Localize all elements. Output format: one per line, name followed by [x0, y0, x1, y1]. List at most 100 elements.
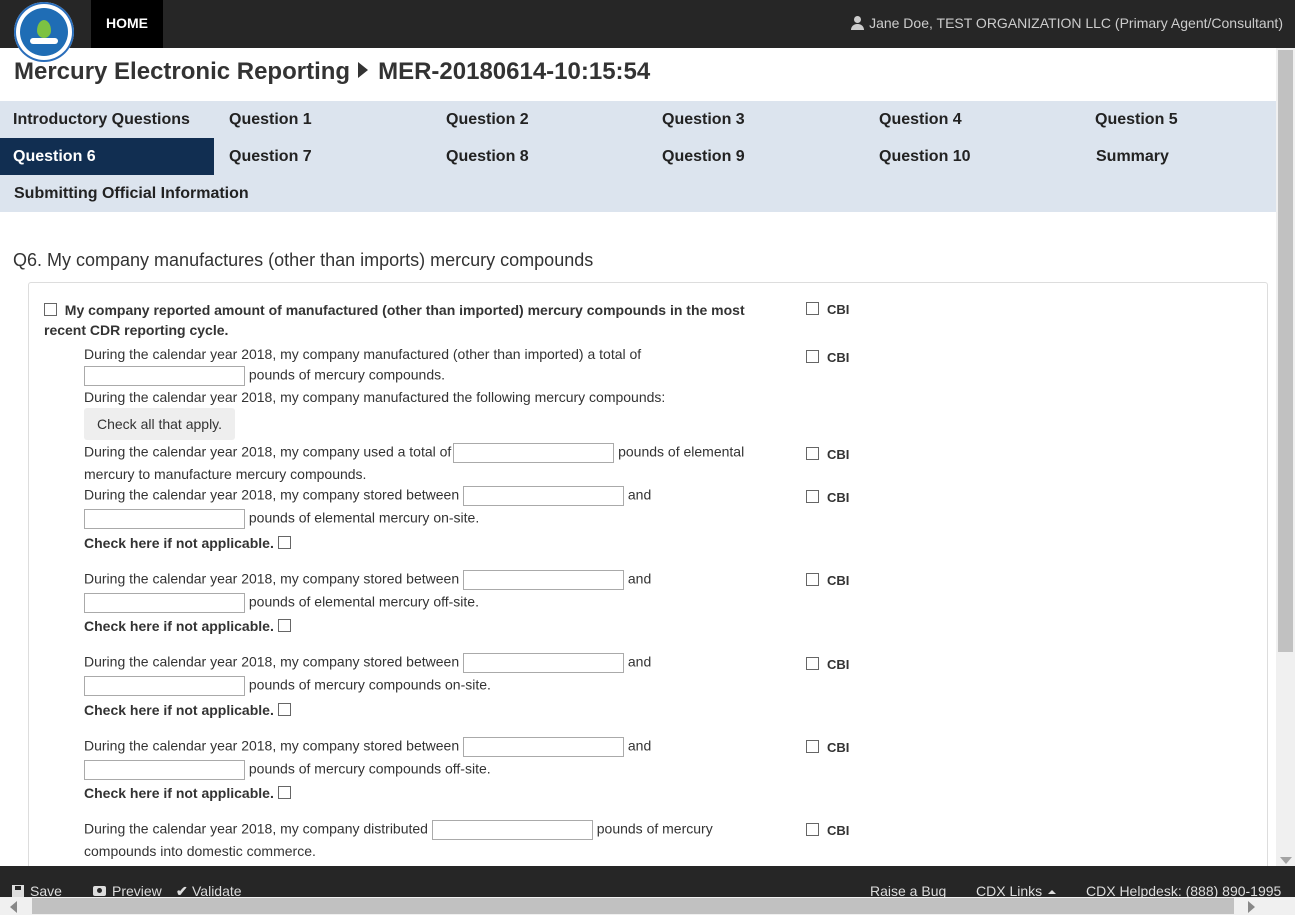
cbi-distributed-checkbox[interactable]: [806, 823, 819, 836]
cbi-compounds-onsite-checkbox[interactable]: [806, 657, 819, 670]
stored-elemental-offsite-min-input[interactable]: [463, 570, 624, 590]
cbi-compounds-offsite: CBI: [806, 740, 849, 755]
nav-question-9[interactable]: Question 9: [649, 138, 863, 175]
cbi-label: CBI: [827, 573, 850, 588]
user-info[interactable]: Jane Doe, TEST ORGANIZATION LLC (Primary…: [851, 0, 1283, 48]
save-icon: [12, 885, 24, 897]
cbi-manufactured-checkbox[interactable]: [806, 350, 819, 363]
scroll-right-arrow-icon[interactable]: [1248, 901, 1255, 913]
used-total-input[interactable]: [453, 443, 615, 463]
stored-compounds-onsite-suffix: pounds of mercury compounds on-site.: [248, 676, 491, 693]
stored-compounds-offsite-max-input[interactable]: [84, 760, 245, 780]
cbi-elemental-onsite: CBI: [806, 490, 849, 505]
stored-compounds-offsite-line2: pounds of mercury compounds off-site.: [84, 760, 491, 780]
nav-question-4[interactable]: Question 4: [866, 101, 1080, 138]
used-prefix: During the calendar year 2018, my compan…: [84, 443, 452, 460]
stored-compounds-onsite-line1: During the calendar year 2018, my compan…: [84, 653, 651, 673]
na-label: Check here if not applicable.: [84, 535, 274, 551]
manufactured-total-input[interactable]: [84, 366, 245, 386]
na-compounds-offsite: Check here if not applicable.: [84, 785, 291, 801]
manufactured-compounds-text: During the calendar year 2018, my compan…: [84, 389, 666, 405]
stored-elemental-onsite-suffix: pounds of elemental mercury on-site.: [248, 509, 480, 526]
cbi-elemental-offsite-checkbox[interactable]: [806, 573, 819, 586]
stored-compounds-onsite-max-input[interactable]: [84, 676, 245, 696]
used-line2: mercury to manufacture mercury compounds…: [84, 466, 367, 482]
cbi-label: CBI: [827, 740, 850, 755]
vertical-scrollbar[interactable]: [1276, 48, 1295, 866]
used-suffix: pounds of elemental: [618, 443, 745, 460]
cbi-label: CBI: [827, 302, 850, 317]
stored-elemental-onsite-max-input[interactable]: [84, 509, 245, 529]
horizontal-scroll-thumb[interactable]: [32, 898, 1234, 914]
stored-prefix: During the calendar year 2018, my compan…: [84, 653, 460, 670]
cbi-main: CBI: [806, 302, 849, 317]
stored-elemental-onsite-line1: During the calendar year 2018, my compan…: [84, 486, 651, 506]
question-title: Q6. My company manufactures (other than …: [13, 250, 594, 270]
epa-flower-icon: [37, 20, 51, 38]
stored-elemental-onsite-min-input[interactable]: [463, 486, 624, 506]
distributed-input[interactable]: [431, 820, 593, 840]
nav-question-1[interactable]: Question 1: [216, 101, 430, 138]
stored-compounds-onsite-min-input[interactable]: [463, 653, 624, 673]
nav-question-8[interactable]: Question 8: [433, 138, 647, 175]
epa-water-icon: [30, 38, 58, 44]
nav-summary[interactable]: Summary: [1083, 138, 1276, 175]
stored-compounds-offsite-suffix: pounds of mercury compounds off-site.: [248, 760, 491, 777]
cbi-used-checkbox[interactable]: [806, 447, 819, 460]
cbi-manufactured: CBI: [806, 350, 849, 365]
nav-question-3[interactable]: Question 3: [649, 101, 863, 138]
top-bar: HOME Jane Doe, TEST ORGANIZATION LLC (Pr…: [0, 0, 1295, 48]
cbi-main-checkbox[interactable]: [806, 302, 819, 315]
na-label: Check here if not applicable.: [84, 618, 274, 634]
na-elemental-onsite-checkbox[interactable]: [277, 536, 291, 549]
vertical-scroll-thumb[interactable]: [1278, 50, 1293, 652]
nav-question-7[interactable]: Question 7: [216, 138, 430, 175]
nav-introductory[interactable]: Introductory Questions: [0, 101, 214, 138]
stored-compounds-onsite-line2: pounds of mercury compounds on-site.: [84, 676, 491, 696]
nav-submitting-official[interactable]: Submitting Official Information: [1, 175, 301, 212]
page-title: Mercury Electronic Reporting MER-20180614…: [14, 58, 650, 86]
user-name: Jane Doe, TEST ORGANIZATION LLC (Primary…: [869, 15, 1283, 31]
cbi-compounds-onsite: CBI: [806, 657, 849, 672]
stored-elemental-onsite-line2: pounds of elemental mercury on-site.: [84, 509, 479, 529]
stored-elemental-offsite-suffix: pounds of elemental mercury off-site.: [248, 593, 479, 610]
caret-up-icon: [1048, 890, 1057, 894]
main-question-label: My company reported amount of manufactur…: [44, 302, 745, 338]
stored-prefix: During the calendar year 2018, my compan…: [84, 570, 460, 587]
nav-question-2[interactable]: Question 2: [433, 101, 647, 138]
and-label: and: [627, 653, 652, 670]
cbi-elemental-onsite-checkbox[interactable]: [806, 490, 819, 503]
nav-question-5[interactable]: Question 5: [1082, 101, 1276, 138]
na-label: Check here if not applicable.: [84, 785, 274, 801]
cbi-used: CBI: [806, 447, 849, 462]
nav-question-6[interactable]: Question 6: [0, 138, 214, 175]
epa-logo[interactable]: [14, 2, 74, 62]
scroll-down-arrow-icon[interactable]: [1280, 857, 1292, 864]
camera-icon: [93, 886, 106, 896]
na-elemental-offsite-checkbox[interactable]: [277, 619, 291, 632]
question-nav: Introductory Questions Question 1 Questi…: [0, 101, 1276, 212]
na-compounds-onsite-checkbox[interactable]: [277, 703, 291, 716]
manufactured-total-suffix: pounds of mercury compounds.: [248, 366, 445, 383]
na-elemental-offsite: Check here if not applicable.: [84, 618, 291, 634]
distributed-line2: compounds into domestic commerce.: [84, 843, 316, 859]
stored-elemental-offsite-line2: pounds of elemental mercury off-site.: [84, 593, 479, 613]
and-label: and: [627, 486, 652, 503]
main-question-row: My company reported amount of manufactur…: [44, 300, 764, 340]
manufactured-total-line1: During the calendar year 2018, my compan…: [84, 346, 642, 362]
nav-question-10[interactable]: Question 10: [866, 138, 1080, 175]
cbi-compounds-offsite-checkbox[interactable]: [806, 740, 819, 753]
na-compounds-offsite-checkbox[interactable]: [277, 786, 291, 799]
scroll-left-arrow-icon[interactable]: [10, 901, 17, 913]
distributed-line1: During the calendar year 2018, my compan…: [84, 820, 784, 840]
stored-elemental-offsite-max-input[interactable]: [84, 593, 245, 613]
cbi-distributed: CBI: [806, 823, 849, 838]
cbi-label: CBI: [827, 657, 850, 672]
main-question-checkbox[interactable]: [44, 303, 57, 316]
na-elemental-onsite: Check here if not applicable.: [84, 535, 291, 551]
na-compounds-onsite: Check here if not applicable.: [84, 702, 291, 718]
home-tab[interactable]: HOME: [91, 0, 163, 48]
horizontal-scrollbar[interactable]: [0, 897, 1295, 915]
breadcrumb-arrow-icon: [358, 62, 369, 78]
stored-compounds-offsite-min-input[interactable]: [463, 737, 624, 757]
